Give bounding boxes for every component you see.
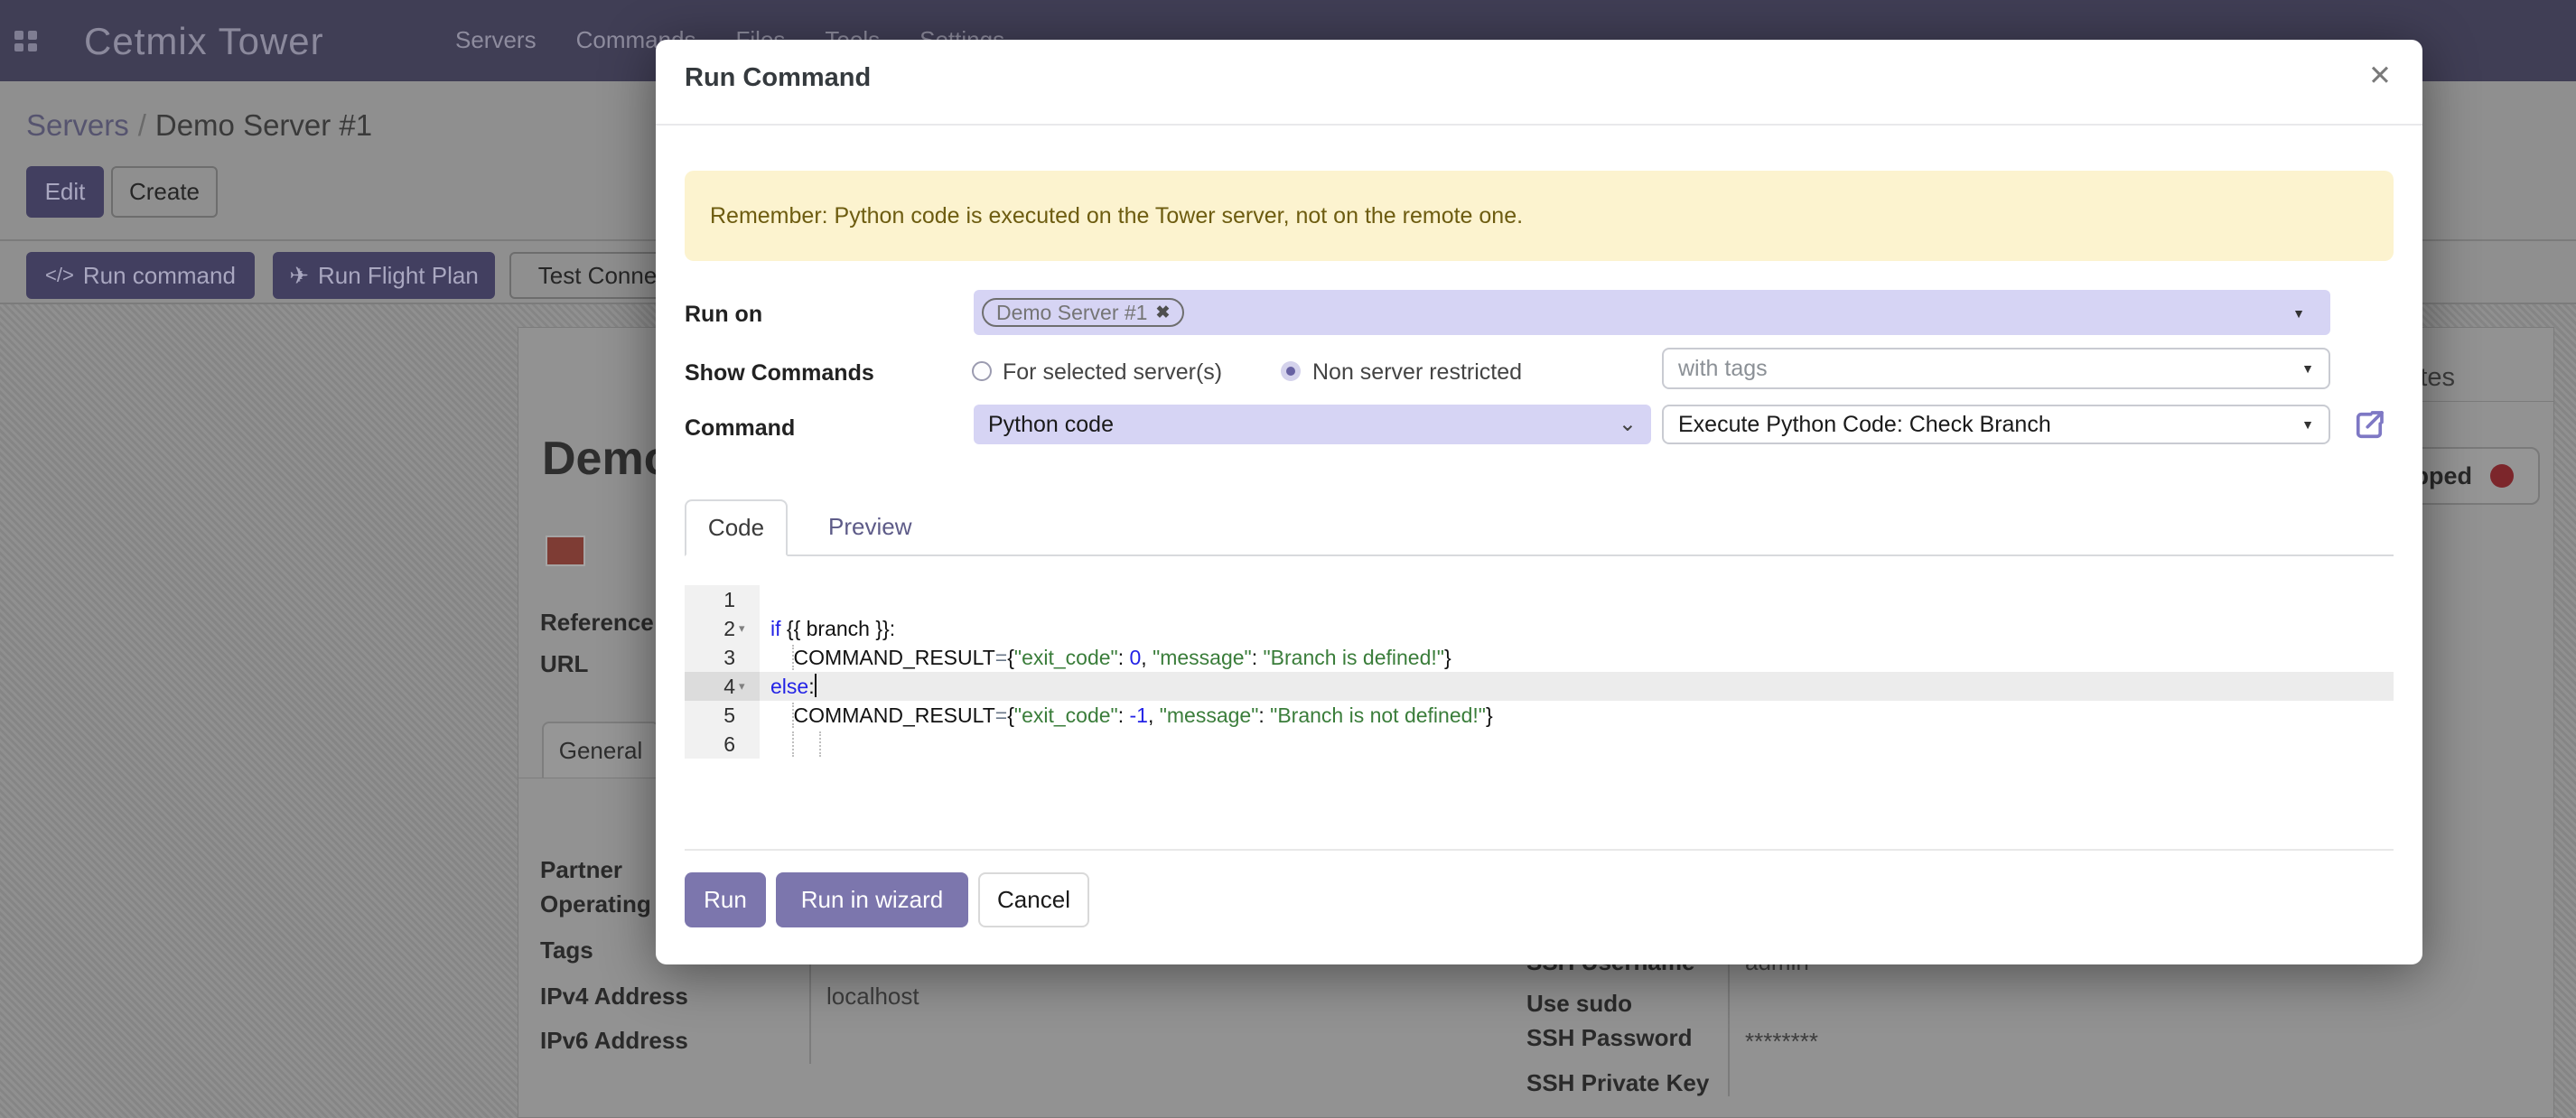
editor-line[interactable]: 6	[685, 730, 2394, 759]
editor-line[interactable]: 5 COMMAND_RESULT={"exit_code": -1, "mess…	[685, 701, 2394, 730]
breadcrumb: Servers/Demo Server #1	[26, 108, 372, 143]
run-flight-plan-button[interactable]: ✈ Run Flight Plan	[273, 252, 495, 299]
ssh-password-value: ********	[1745, 1028, 1818, 1056]
chevron-down-icon: ▼	[2301, 417, 2314, 432]
apps-grid-icon[interactable]	[14, 31, 37, 51]
ssh-password-label: SSH Password	[1526, 1024, 1693, 1052]
command-type-select[interactable]: Python code ⌄	[974, 405, 1651, 444]
reference-label: Reference	[540, 609, 654, 637]
run-on-field[interactable]: Demo Server #1 ✖ ▼	[974, 290, 2330, 335]
server-tag[interactable]: Demo Server #1 ✖	[982, 298, 1184, 327]
url-label: URL	[540, 650, 588, 678]
status-dot-icon	[2490, 464, 2514, 488]
indent-guide	[792, 731, 794, 757]
text-cursor	[815, 674, 817, 697]
plane-icon: ✈	[289, 262, 309, 290]
show-commands-label: Show Commands	[685, 360, 874, 387]
code-brackets-icon: </>	[45, 264, 74, 287]
radio-non-server-restricted-label[interactable]: Non server restricted	[1312, 359, 1522, 386]
cancel-button[interactable]: Cancel	[978, 872, 1089, 927]
chevron-down-icon: ⌄	[1619, 420, 1637, 429]
editor-line[interactable]: 3 COMMAND_RESULT={"exit_code": 0, "messa…	[685, 643, 2394, 672]
run-button[interactable]: Run	[685, 872, 766, 927]
line-number-gutter: 2▾	[685, 614, 760, 643]
line-number-gutter: 3	[685, 643, 760, 672]
indent-guide	[819, 731, 821, 757]
command-label: Command	[685, 415, 795, 442]
editor-line[interactable]: 2▾if {{ branch }}:	[685, 614, 2394, 643]
tab-general[interactable]: General	[542, 722, 659, 778]
indent-guide	[792, 645, 794, 670]
editor-line[interactable]: 1	[685, 585, 2394, 614]
radio-for-selected-servers-label[interactable]: For selected server(s)	[1003, 359, 1222, 386]
run-command-button[interactable]: </> Run command	[26, 252, 255, 299]
ssh-private-key-label: SSH Private Key	[1526, 1069, 1709, 1097]
fold-caret-icon[interactable]: ▾	[739, 614, 745, 643]
tab-code[interactable]: Code	[685, 499, 788, 556]
code-editor[interactable]: 12▾if {{ branch }}:3 COMMAND_RESULT={"ex…	[685, 585, 2394, 759]
use-sudo-label: Use sudo	[1526, 990, 1632, 1018]
warning-alert-text: Remember: Python code is executed on the…	[710, 203, 1523, 229]
breadcrumb-servers-link[interactable]: Servers	[26, 108, 129, 142]
radio-for-selected-servers[interactable]	[972, 361, 992, 381]
line-number-gutter: 5	[685, 701, 760, 730]
command-select[interactable]: Execute Python Code: Check Branch ▼	[1662, 405, 2330, 444]
screen: Cetmix Tower Servers Commands Files Tool…	[0, 0, 2576, 1118]
breadcrumb-separator: /	[129, 108, 155, 142]
close-icon[interactable]: ✕	[2368, 60, 2392, 92]
server-color-swatch[interactable]	[546, 536, 585, 566]
tags-label: Tags	[540, 936, 593, 964]
run-in-wizard-button[interactable]: Run in wizard	[776, 872, 968, 927]
line-number-gutter: 1	[685, 585, 760, 614]
tab-preview[interactable]: Preview	[815, 499, 925, 554]
ipv6-label: IPv6 Address	[540, 1027, 688, 1055]
warning-alert: Remember: Python code is executed on the…	[685, 171, 2394, 261]
edit-button[interactable]: Edit	[26, 166, 104, 218]
chevron-down-icon[interactable]: ▼	[2292, 306, 2305, 321]
ipv4-value: localhost	[826, 983, 919, 1011]
indent-guide	[792, 703, 794, 728]
sheet-divider	[685, 849, 2394, 851]
breadcrumb-current: Demo Server #1	[155, 108, 372, 142]
dialog-title: Run Command	[685, 63, 871, 93]
editor-line[interactable]: 4▾else:	[685, 672, 2394, 701]
line-number-gutter: 4▾	[685, 672, 760, 701]
line-number-gutter: 6	[685, 730, 760, 759]
header-divider	[656, 124, 2422, 126]
brand-title: Cetmix Tower	[84, 20, 324, 63]
chevron-down-icon: ▼	[2301, 361, 2314, 376]
external-link-icon[interactable]	[2350, 406, 2388, 444]
create-button[interactable]: Create	[111, 166, 218, 218]
notebook-tabs: Code Preview	[685, 499, 2394, 556]
fold-caret-icon[interactable]: ▾	[739, 672, 745, 701]
ipv4-label: IPv4 Address	[540, 983, 688, 1011]
tag-remove-icon[interactable]: ✖	[1155, 303, 1170, 323]
radio-non-server-restricted[interactable]	[1281, 361, 1301, 381]
run-command-dialog: Run Command ✕ Remember: Python code is e…	[656, 40, 2422, 964]
with-tags-select[interactable]: with tags ▼	[1662, 348, 2330, 389]
run-on-label: Run on	[685, 302, 762, 328]
partner-label: Partner	[540, 856, 622, 884]
nav-item-servers[interactable]: Servers	[455, 26, 537, 54]
